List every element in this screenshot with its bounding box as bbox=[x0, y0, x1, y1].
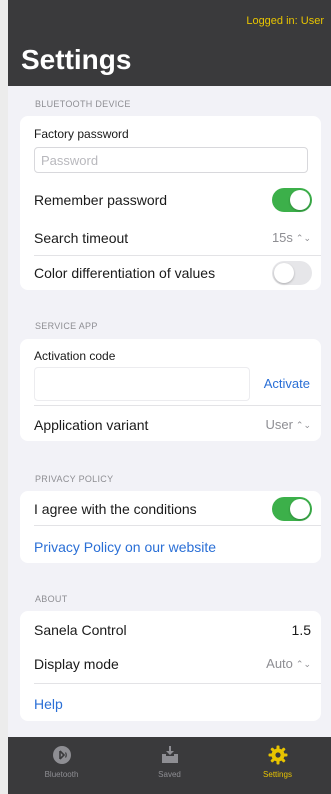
remember-password-row: Remember password bbox=[34, 188, 321, 212]
header-bar: Logged in: User Settings bbox=[8, 0, 331, 86]
gear-icon bbox=[268, 745, 288, 765]
search-timeout-picker[interactable]: 15s ⌃⌄ bbox=[272, 230, 311, 245]
divider bbox=[34, 683, 321, 684]
section-header-service-app: SERVICE APP bbox=[35, 321, 98, 331]
page-title: Settings bbox=[21, 44, 132, 75]
login-status: Logged in: User bbox=[246, 15, 324, 27]
tab-label-saved: Saved bbox=[158, 770, 181, 779]
bluetooth-card: Factory password Remember password Searc… bbox=[20, 116, 321, 290]
section-header-about: ABOUT bbox=[35, 594, 68, 604]
tab-label-settings: Settings bbox=[263, 770, 292, 779]
tab-bar: Bluetooth Saved Settings bbox=[8, 737, 331, 794]
tab-bluetooth[interactable]: Bluetooth bbox=[8, 737, 115, 794]
section-header-privacy: PRIVACY POLICY bbox=[35, 474, 114, 484]
divider bbox=[34, 405, 321, 406]
app-variant-picker[interactable]: User ⌃⌄ bbox=[265, 417, 311, 432]
toggle-knob bbox=[290, 190, 310, 210]
remember-password-label: Remember password bbox=[34, 192, 168, 208]
tab-settings[interactable]: Settings bbox=[224, 737, 331, 794]
privacy-policy-link[interactable]: Privacy Policy on our website bbox=[34, 539, 216, 555]
download-tray-icon bbox=[162, 746, 178, 763]
divider bbox=[34, 255, 321, 256]
app-version-value: 1.5 bbox=[291, 622, 311, 638]
activate-button[interactable]: Activate bbox=[264, 376, 310, 391]
bluetooth-icon bbox=[53, 746, 71, 764]
section-header-bluetooth: BLUETOOTH DEVICE bbox=[35, 99, 131, 109]
chevron-updown-icon: ⌃⌄ bbox=[295, 233, 311, 243]
divider bbox=[34, 525, 321, 526]
settings-screen: Logged in: User Settings BLUETOOTH DEVIC… bbox=[8, 0, 331, 794]
activation-code-label: Activation code bbox=[34, 349, 116, 363]
chevron-updown-icon: ⌃⌄ bbox=[295, 420, 311, 430]
agree-conditions-toggle[interactable] bbox=[272, 497, 312, 521]
chevron-updown-icon: ⌃⌄ bbox=[295, 659, 311, 669]
app-name-label: Sanela Control bbox=[34, 622, 127, 638]
agree-conditions-label: I agree with the conditions bbox=[34, 501, 197, 517]
search-timeout-label: Search timeout bbox=[34, 230, 129, 246]
service-app-card: Activation code Activate Application var… bbox=[20, 339, 321, 441]
display-mode-picker[interactable]: Auto ⌃⌄ bbox=[266, 656, 311, 671]
remember-password-toggle[interactable] bbox=[272, 188, 312, 212]
tab-saved[interactable]: Saved bbox=[116, 737, 223, 794]
tab-label-bluetooth: Bluetooth bbox=[44, 770, 79, 779]
color-diff-toggle[interactable] bbox=[272, 261, 312, 285]
display-mode-label: Display mode bbox=[34, 656, 119, 672]
color-diff-row: Color differentiation of values bbox=[34, 261, 321, 285]
activation-code-input[interactable] bbox=[34, 367, 250, 401]
toggle-knob bbox=[274, 263, 294, 283]
color-diff-label: Color differentiation of values bbox=[34, 265, 216, 281]
about-card: Sanela Control 1.5 Display mode Auto ⌃⌄ H… bbox=[20, 611, 321, 721]
factory-password-input[interactable] bbox=[34, 147, 308, 173]
help-link[interactable]: Help bbox=[34, 696, 63, 712]
toggle-knob bbox=[290, 499, 310, 519]
privacy-card: I agree with the conditions Privacy Poli… bbox=[20, 491, 321, 563]
agree-conditions-row: I agree with the conditions bbox=[34, 497, 321, 521]
app-variant-label: Application variant bbox=[34, 417, 149, 433]
